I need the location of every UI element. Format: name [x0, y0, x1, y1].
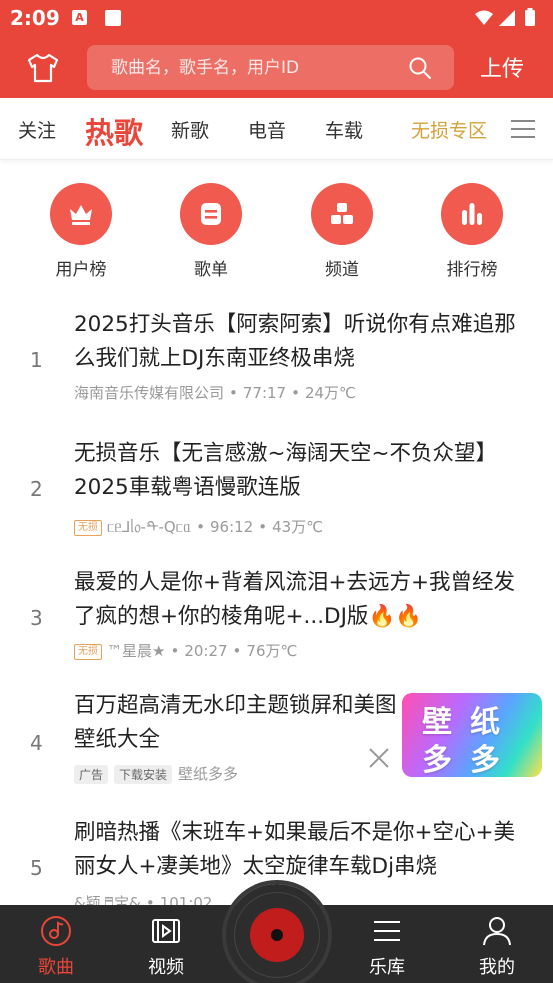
now-playing-disc-button[interactable] — [226, 884, 328, 983]
disc-hole — [271, 929, 283, 941]
notification-a-letter: A — [75, 11, 84, 24]
notification-a-icon: A — [72, 10, 87, 25]
song-duration: 96:12 — [210, 518, 254, 536]
song-rank: 2 — [30, 477, 43, 501]
status-bar: 2:09 A — [0, 0, 553, 36]
ranking-label: 排行榜 — [446, 260, 498, 280]
nav-songs-label: 歌曲 — [38, 957, 74, 978]
nav-profile-label: 我的 — [479, 957, 515, 978]
music-note-icon — [41, 916, 71, 946]
tab-electronic[interactable]: 电音 — [248, 116, 286, 143]
playlist-label: 歌单 — [194, 260, 228, 280]
song-rank: 3 — [30, 606, 43, 630]
ad-image[interactable]: 壁纸 多多 — [402, 693, 542, 777]
song-meta: 海南音乐传媒有限公司 • 77:17 • 24万℃ — [74, 382, 356, 403]
profile-icon — [483, 917, 511, 946]
nav-library[interactable]: 乐库 — [347, 905, 427, 983]
tab-menu-icon[interactable] — [511, 120, 535, 138]
song-item[interactable]: 1 2025打头音乐【阿索阿索】听说你有点难追那么我们就上DJ东南亚终极串烧 海… — [0, 306, 553, 421]
lossless-badge: 无损 — [74, 644, 102, 660]
bar-chart-icon-circle — [441, 183, 503, 245]
ad-title: 百万超高清无水印主题锁屏和美图壁纸大全 — [74, 693, 397, 752]
song-title-text: 最爱的人是你+背着风流泪+去远方+我曾经发了疯的想+你的棱角呢+...DJ版 — [74, 570, 516, 629]
song-author: 海南音乐传媒有限公司 — [74, 384, 225, 402]
nav-video[interactable]: 视频 — [126, 905, 206, 983]
ad-image-text-2: 多多 — [422, 743, 518, 777]
bar-chart-icon — [462, 203, 482, 225]
separator-dot: • — [196, 518, 206, 536]
video-icon — [152, 919, 180, 943]
upload-button[interactable]: 上传 — [480, 51, 524, 83]
song-plays: 24万℃ — [304, 384, 356, 402]
crown-icon — [70, 205, 92, 225]
tab-lossless[interactable]: 无损专区 — [411, 116, 487, 143]
playlist-button[interactable]: 歌单 — [171, 183, 251, 280]
search-input[interactable] — [111, 45, 401, 90]
skin-shirt-icon[interactable] — [26, 53, 60, 83]
song-plays: 76万℃ — [246, 642, 298, 660]
separator-dot: • — [170, 642, 180, 660]
song-duration: 77:17 — [242, 384, 287, 402]
ad-source: 壁纸多多 — [178, 765, 239, 783]
fire-icon: 🔥🔥 — [368, 604, 422, 629]
ranking-button[interactable]: 排行榜 — [432, 183, 512, 280]
separator-dot: • — [291, 384, 300, 402]
song-author: ™星晨★ — [107, 642, 166, 660]
system-status-icons — [475, 8, 535, 26]
playlist-icon — [201, 203, 221, 225]
category-shortcuts: 用户榜 歌单 频道 排行榜 — [0, 183, 553, 283]
tab-car[interactable]: 车载 — [325, 116, 363, 143]
nav-library-label: 乐库 — [369, 957, 405, 978]
separator-dot: • — [232, 642, 242, 660]
app-header: 上传 — [0, 36, 553, 98]
ad-rank: 4 — [30, 731, 43, 755]
song-plays: 43万℃ — [272, 518, 324, 536]
notification-square-icon — [105, 10, 121, 26]
separator-dot: • — [258, 518, 268, 536]
song-meta: 无损 ™星晨★ • 20:27 • 76万℃ — [74, 640, 297, 661]
separator-dot: • — [229, 384, 238, 402]
status-time: 2:09 — [10, 6, 60, 30]
crown-icon-circle — [50, 183, 112, 245]
tab-follow[interactable]: 关注 — [18, 116, 56, 143]
ad-tag: 广告 — [74, 765, 109, 784]
song-author: ᥴᥱ⅃ᥣ᥆-ᡨ-Qᥴᥲ — [107, 518, 192, 536]
close-icon[interactable] — [368, 747, 390, 769]
search-icon[interactable] — [408, 56, 432, 80]
tab-new-songs[interactable]: 新歌 — [171, 116, 209, 143]
song-item[interactable]: 2 无损音乐【无言感激~海阔天空~不负众望】2025車载粤语慢歌连版 无损 ᥴᥱ⅃… — [0, 435, 553, 550]
category-tabs: 关注 热歌 新歌 电音 车载 无损专区 — [0, 98, 553, 160]
song-title: 刷暗热播《末班车+如果最后不是你+空心+美丽女人+凄美地》太空旋律车载Dj串烧 — [74, 820, 516, 879]
song-rank: 1 — [30, 348, 43, 372]
blocks-icon-circle — [311, 183, 373, 245]
user-chart-button[interactable]: 用户榜 — [41, 183, 121, 280]
user-chart-label: 用户榜 — [55, 260, 107, 280]
song-duration: 20:27 — [184, 642, 228, 660]
ad-meta: 广告 下载安装 壁纸多多 — [74, 763, 238, 784]
wifi-icon — [475, 10, 493, 25]
battery-icon — [525, 10, 535, 26]
lossless-badge: 无损 — [74, 520, 102, 536]
nav-profile[interactable]: 我的 — [457, 905, 537, 983]
ad-item[interactable]: 4 百万超高清无水印主题锁屏和美图壁纸大全 广告 下载安装 壁纸多多 壁纸 多多 — [0, 685, 553, 795]
channel-button[interactable]: 频道 — [302, 183, 382, 280]
nav-songs[interactable]: 歌曲 — [16, 905, 96, 983]
song-title: 无损音乐【无言感激~海阔天空~不负众望】2025車载粤语慢歌连版 — [74, 441, 498, 500]
playlist-icon-circle — [180, 183, 242, 245]
song-title: 2025打头音乐【阿索阿索】听说你有点难追那么我们就上DJ东南亚终极串烧 — [74, 312, 516, 371]
search-box[interactable] — [87, 45, 454, 90]
download-tag[interactable]: 下载安装 — [114, 765, 173, 784]
song-meta: 无损 ᥴᥱ⅃ᥣ᥆-ᡨ-Qᥴᥲ • 96:12 • 43万℃ — [74, 511, 323, 537]
channel-label: 频道 — [325, 260, 359, 280]
song-item[interactable]: 3 最爱的人是你+背着风流泪+去远方+我曾经发了疯的想+你的棱角呢+...DJ版… — [0, 564, 553, 679]
signal-icon — [499, 10, 515, 26]
song-title: 最爱的人是你+背着风流泪+去远方+我曾经发了疯的想+你的棱角呢+...DJ版🔥🔥 — [74, 566, 534, 634]
tab-hot-songs[interactable]: 热歌 — [85, 110, 143, 152]
nav-video-label: 视频 — [148, 957, 184, 978]
blocks-icon — [331, 203, 353, 224]
library-icon — [374, 921, 400, 941]
song-rank: 5 — [30, 856, 43, 880]
